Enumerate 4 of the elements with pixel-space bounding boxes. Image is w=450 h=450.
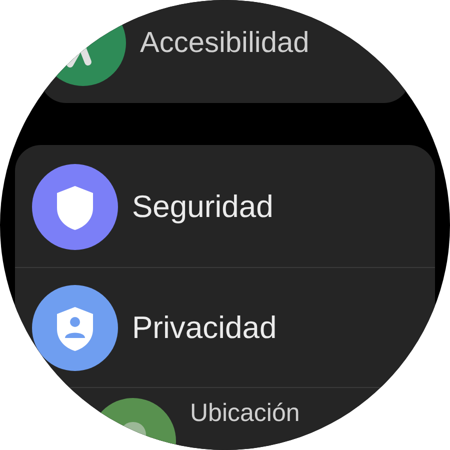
menu-item[interactable]: Privacidad	[132, 308, 277, 346]
menu-item[interactable]: Seguridad	[132, 188, 274, 226]
menu-item[interactable]: Ubicación	[190, 398, 300, 428]
menu-item[interactable]: Accesibilidad	[140, 26, 310, 60]
